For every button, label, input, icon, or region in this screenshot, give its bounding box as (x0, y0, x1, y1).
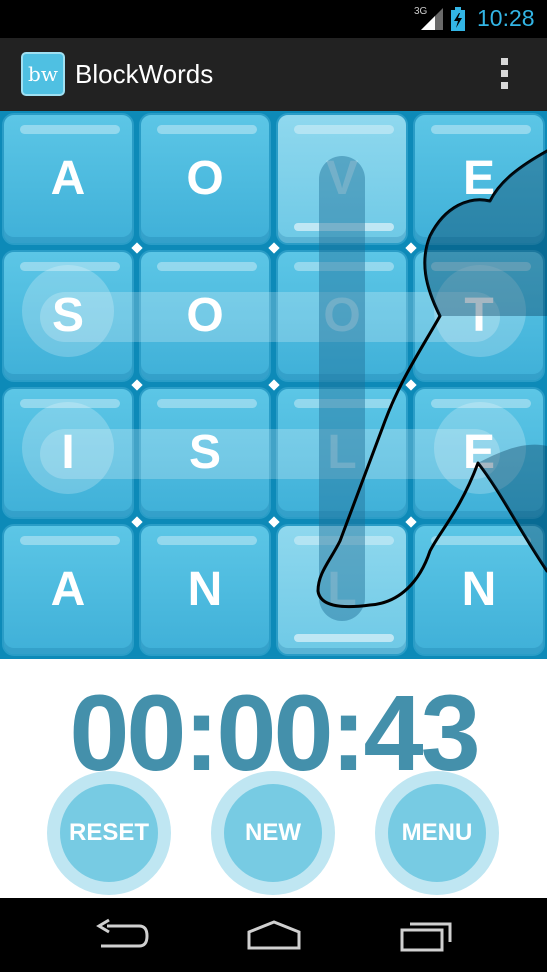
app-title: BlockWords (75, 59, 214, 89)
reset-button[interactable]: RESET (47, 771, 171, 895)
letter-tile[interactable]: T (413, 250, 545, 382)
app-logo: bw (21, 52, 65, 96)
tile-letter: E (462, 426, 495, 479)
navigation-bar (0, 898, 547, 972)
signal-icon (421, 8, 443, 30)
letter-tile[interactable]: O (139, 113, 271, 245)
letter-tile[interactable]: A (2, 524, 134, 656)
reset-button-label: RESET (60, 784, 158, 882)
letter-tile[interactable]: S (2, 250, 134, 382)
clock: 10:28 (477, 5, 535, 31)
tile-letter: S (188, 426, 221, 479)
tile-letter: L (327, 426, 357, 479)
back-icon[interactable] (95, 918, 149, 952)
game-board: A O V E S O O T I S L E A N L N (0, 111, 547, 659)
tile-letter: A (50, 563, 86, 616)
status-bar: 3G 10:28 (0, 0, 547, 38)
tile-letter: E (462, 152, 495, 205)
tile-letter: O (186, 289, 224, 342)
menu-button[interactable]: MENU (375, 771, 499, 895)
tile-letter: O (186, 152, 224, 205)
letter-tile[interactable]: E (413, 113, 545, 245)
menu-button-label: MENU (388, 784, 486, 882)
letter-tile[interactable]: L (276, 387, 408, 519)
letter-tile[interactable]: I (2, 387, 134, 519)
letter-tile[interactable]: O (139, 250, 271, 382)
letter-tile[interactable]: O (276, 250, 408, 382)
tile-letter: O (323, 289, 361, 342)
letter-tile[interactable]: L (276, 524, 408, 656)
new-button[interactable]: NEW (211, 771, 335, 895)
overflow-menu-icon[interactable] (496, 58, 512, 92)
letter-tile[interactable]: E (413, 387, 545, 519)
letter-tile[interactable]: N (413, 524, 545, 656)
action-bar: bw BlockWords (0, 38, 547, 111)
tile-letter: N (187, 563, 223, 616)
tile-letter: V (325, 152, 358, 205)
tile-letter: L (327, 563, 357, 616)
letter-tile[interactable]: S (139, 387, 271, 519)
letter-tile[interactable]: V (276, 113, 408, 245)
tile-letter: N (461, 563, 497, 616)
tile-letter: T (464, 289, 494, 342)
tile-letter: A (50, 152, 86, 205)
letter-tile[interactable]: N (139, 524, 271, 656)
battery-icon (451, 7, 465, 31)
tile-letter: I (61, 426, 75, 479)
home-icon[interactable] (245, 918, 303, 952)
new-button-label: NEW (224, 784, 322, 882)
tile-letter: S (51, 289, 84, 342)
letter-tile[interactable]: A (2, 113, 134, 245)
recent-apps-icon[interactable] (400, 918, 456, 952)
